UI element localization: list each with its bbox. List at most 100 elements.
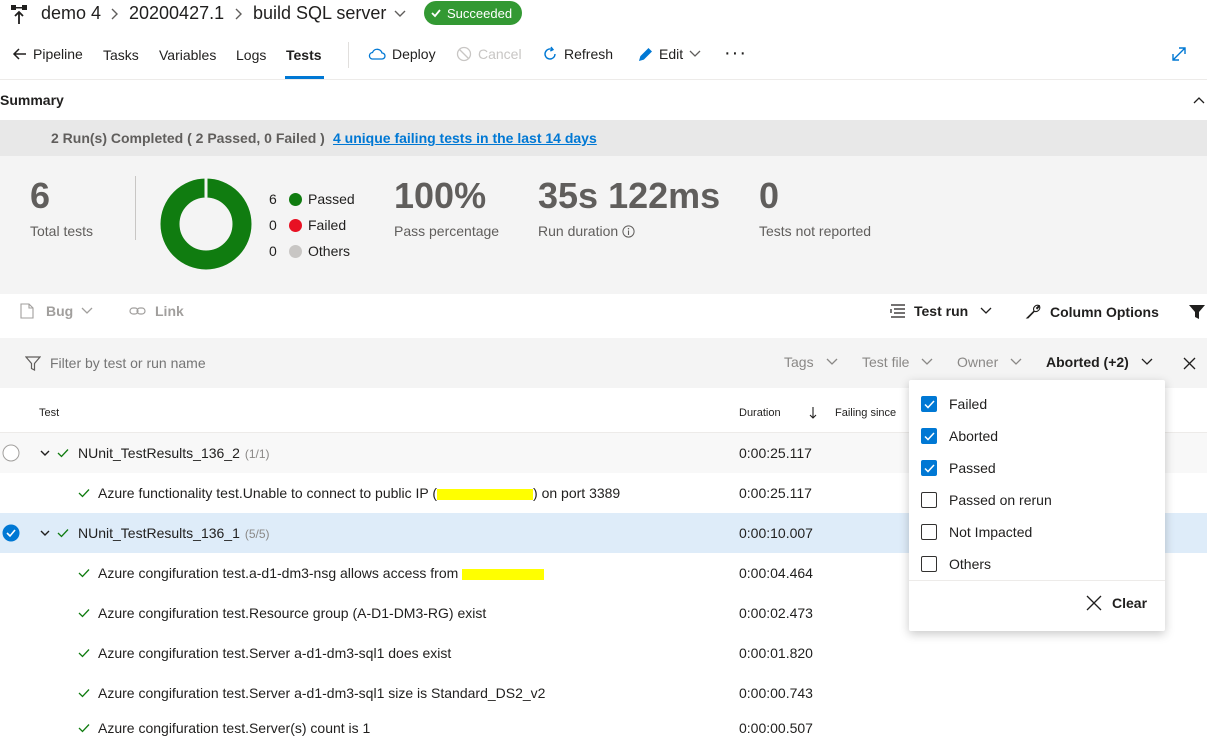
check-icon (923, 431, 935, 441)
pipeline-label: Pipeline (33, 46, 83, 62)
run-count: (1/1) (244, 447, 270, 461)
bug-button[interactable]: Bug (20, 303, 93, 319)
summary-title: Summary (0, 92, 64, 108)
legend-failed: 0 Failed (269, 212, 355, 238)
test-name: Azure congifuration test.Server(s) count… (98, 720, 371, 736)
row-duration: 0:00:00.743 (739, 685, 813, 701)
chevron-down-icon (1141, 358, 1153, 365)
option-not-impacted[interactable]: Not Impacted (921, 524, 1032, 540)
option-others[interactable]: Others (921, 556, 991, 572)
sort-descending-icon[interactable] (809, 406, 817, 419)
deploy-button[interactable]: Deploy (368, 46, 436, 62)
table-row[interactable]: Azure congifuration test.Server a-d1-dm3… (0, 673, 1207, 713)
group-by-icon (890, 304, 905, 318)
option-aborted[interactable]: Aborted (921, 428, 998, 444)
tags-filter[interactable]: Tags (784, 354, 838, 370)
outcome-filter[interactable]: Aborted (+2) (1046, 354, 1153, 370)
option-label: Passed (949, 460, 996, 476)
row-duration: 0:00:01.820 (739, 645, 813, 661)
option-label: Passed on rerun (949, 492, 1052, 508)
column-options-button[interactable]: Column Options (1025, 303, 1159, 320)
test-run-button[interactable]: Test run (890, 303, 992, 319)
chevron-up-icon[interactable] (1193, 96, 1205, 104)
clear-button[interactable]: Clear (1086, 595, 1147, 611)
checkbox[interactable] (921, 556, 937, 572)
refresh-button[interactable]: Refresh (542, 46, 613, 62)
column-header-duration[interactable]: Duration (739, 407, 781, 419)
more-actions-button[interactable]: ··· (724, 42, 747, 65)
table-row[interactable]: Azure congifuration test.Server(s) count… (0, 713, 1207, 743)
owner-filter-label: Owner (957, 354, 999, 370)
checkbox[interactable] (921, 492, 937, 508)
checkbox[interactable] (921, 524, 937, 540)
column-header-test[interactable]: Test (39, 407, 59, 419)
tab-logs[interactable]: Logs (236, 47, 266, 63)
expand-icon[interactable] (1171, 46, 1187, 62)
failing-tests-link[interactable]: 4 unique failing tests in the last 14 da… (333, 130, 597, 146)
run-name-text: NUnit_TestResults_136_2 (78, 445, 240, 461)
not-reported-label: Tests not reported (759, 223, 872, 239)
legend-others-count: 0 (269, 243, 277, 259)
option-label: Others (949, 556, 992, 572)
bug-icon (20, 303, 34, 319)
dropdown-divider (909, 580, 1165, 581)
filter-funnel-icon[interactable] (1189, 305, 1205, 319)
owner-filter[interactable]: Owner (957, 354, 1022, 370)
test-name: Azure congifuration test.a-d1-dm3-nsg al… (98, 565, 545, 581)
row-duration: 0:00:25.117 (739, 485, 812, 501)
chevron-down-icon[interactable] (40, 450, 50, 457)
info-icon[interactable] (622, 224, 635, 238)
close-filter-icon[interactable] (1183, 357, 1196, 370)
tab-variables[interactable]: Variables (159, 47, 216, 63)
link-icon (129, 307, 146, 315)
back-to-pipeline[interactable]: Pipeline (12, 46, 83, 62)
clear-label: Clear (1112, 595, 1148, 611)
redacted-highlight (437, 488, 534, 500)
not-reported-value: 0 (759, 175, 780, 216)
cancel-button[interactable]: Cancel (456, 46, 522, 62)
test-run-label: Test run (914, 303, 969, 319)
summary-header[interactable]: Summary (0, 80, 1207, 120)
run-name: NUnit_TestResults_136_1 (5/5) (78, 525, 270, 541)
checkbox[interactable] (921, 428, 937, 444)
passed-check-icon (78, 689, 90, 698)
table-row[interactable]: Azure congifuration test.Server a-d1-dm3… (0, 633, 1207, 673)
checkbox[interactable] (921, 396, 937, 412)
option-label: Not Impacted (949, 524, 1033, 540)
test-file-filter[interactable]: Test file (862, 354, 933, 370)
cloud-icon (368, 48, 386, 60)
chevron-down-icon (922, 358, 933, 365)
row-duration: 0:00:04.464 (739, 565, 813, 581)
legend-passed-count: 6 (269, 191, 277, 207)
column-header-failing-since[interactable]: Failing since (835, 407, 896, 419)
tab-tasks[interactable]: Tasks (103, 47, 139, 63)
run-duration-label: Run duration (538, 223, 619, 239)
link-button[interactable]: Link (129, 303, 184, 319)
close-icon (1086, 595, 1102, 611)
filter-search-input[interactable] (50, 352, 430, 374)
pencil-icon (638, 47, 652, 61)
checkbox[interactable] (921, 460, 937, 476)
chevron-down-icon[interactable] (394, 10, 406, 18)
chevron-down-icon[interactable] (40, 530, 50, 537)
option-passed[interactable]: Passed (921, 460, 996, 476)
test-name-prefix: Azure functionality test.Unable to conne… (98, 485, 438, 501)
deploy-label: Deploy (392, 46, 436, 62)
breadcrumb-build[interactable]: 20200427.1 (129, 3, 224, 24)
option-failed[interactable]: Failed (921, 396, 987, 412)
row-select-radio[interactable] (2, 444, 20, 462)
option-passed-on-rerun[interactable]: Passed on rerun (921, 492, 1052, 508)
test-name-suffix: ) on port 3389 (533, 485, 621, 501)
breadcrumb-pipeline[interactable]: build SQL server (253, 3, 386, 24)
edit-label: Edit (659, 46, 684, 62)
pass-percentage-label: Pass percentage (394, 223, 500, 239)
runs-completed-text: 2 Run(s) Completed ( 2 Passed, 0 Failed … (51, 130, 325, 146)
row-selected-check-icon[interactable] (2, 524, 20, 542)
breadcrumb-project[interactable]: demo 4 (41, 3, 101, 24)
failed-dot-icon (289, 218, 302, 232)
edit-button[interactable]: Edit (638, 46, 701, 62)
run-name-text: NUnit_TestResults_136_1 (78, 525, 240, 541)
legend-passed-label: Passed (308, 191, 355, 207)
legend-passed: 6 Passed (269, 186, 355, 212)
tab-tests[interactable]: Tests (286, 47, 322, 63)
